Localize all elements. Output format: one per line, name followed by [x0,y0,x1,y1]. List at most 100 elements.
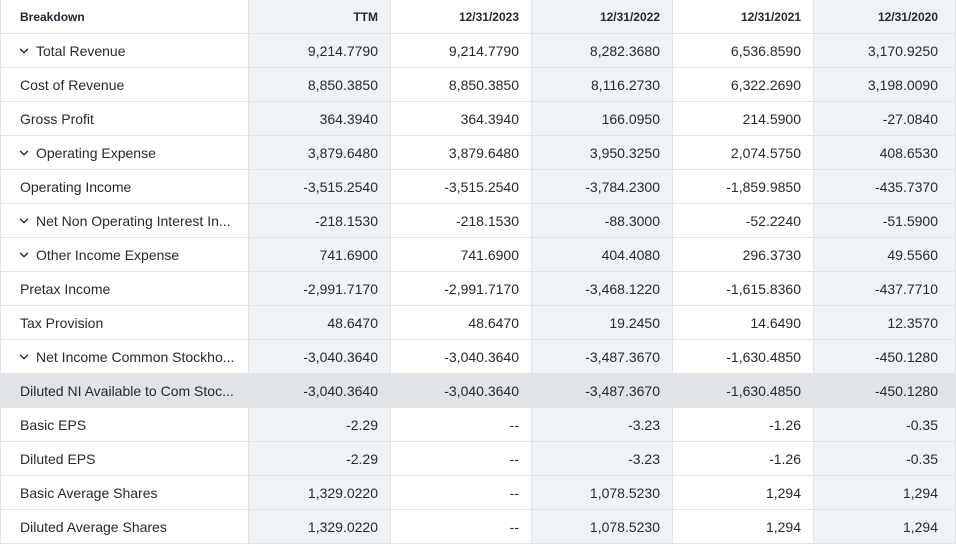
chevron-down-icon[interactable] [18,148,30,158]
row-label: Basic EPS [0,408,249,441]
value-cell-2021: -1.26 [673,442,814,475]
column-header-ttm: TTM [249,0,391,33]
value-cell-2022: -3,784.2300 [532,170,673,203]
value-cell-2020: 408.6530 [814,136,956,169]
row-label: Pretax Income [0,272,249,305]
value-cell-2023: -- [391,476,532,509]
value-cell-2022: 1,078.5230 [532,476,673,509]
column-header-2023: 12/31/2023 [391,0,532,33]
value-cell-2023: -3,040.3640 [391,374,532,407]
row-label[interactable]: Net Non Operating Interest In... [0,204,249,237]
value-cell-2020: 3,198.0090 [814,68,956,101]
table-body: Total Revenue 9,214.7790 9,214.7790 8,282.3… [0,34,956,544]
row-label-text: Other Income Expense [36,246,180,263]
value-cell-ttm: -2,991.7170 [249,272,391,305]
breakdown-header: Breakdown [0,0,249,33]
value-cell-2023: 364.3940 [391,102,532,135]
row-label-text: Operating Income [20,178,132,195]
row-label-text: Diluted NI Available to Com Stoc... [20,382,234,399]
row-label[interactable]: Net Income Common Stockho... [0,340,249,373]
row-label-text: Net Income Common Stockho... [36,348,235,365]
value-cell-2021: 14.6490 [673,306,814,339]
row-label: Basic Average Shares [0,476,249,509]
row-label-text: Basic Average Shares [20,484,158,501]
value-cell-2020: -51.5900 [814,204,956,237]
value-cell-2021: -1,630.4850 [673,340,814,373]
value-cell-2020: -450.1280 [814,340,956,373]
row-label: Cost of Revenue [0,68,249,101]
table-row: Basic EPS -2.29 -- -3.23 -1.26 -0.35 [0,408,956,442]
value-cell-2020: 3,170.9250 [814,34,956,67]
value-cell-2021: 2,074.5750 [673,136,814,169]
value-cell-2021: 296.3730 [673,238,814,271]
table-row: Basic Average Shares 1,329.0220 -- 1,078.52… [0,476,956,510]
value-cell-2021: 214.5900 [673,102,814,135]
table-row: Net Non Operating Interest In... -218.153… [0,204,956,238]
value-cell-ttm: 48.6470 [249,306,391,339]
value-cell-2023: -- [391,442,532,475]
value-cell-2020: 1,294 [814,476,956,509]
row-label-text: Tax Provision [20,314,104,331]
value-cell-2021: -1,615.8360 [673,272,814,305]
value-cell-ttm: -2.29 [249,442,391,475]
chevron-down-icon[interactable] [18,250,30,260]
value-cell-ttm: 3,879.6480 [249,136,391,169]
value-cell-2021: -1,630.4850 [673,374,814,407]
row-label: Operating Income [0,170,249,203]
row-label: Gross Profit [0,102,249,135]
value-cell-2021: -1.26 [673,408,814,441]
chevron-down-icon[interactable] [18,216,30,226]
value-cell-2020: -450.1280 [814,374,956,407]
financials-table: Breakdown TTM 12/31/2023 12/31/2022 12/3… [0,0,956,544]
column-header-2020: 12/31/2020 [814,0,956,33]
value-cell-2023: 8,850.3850 [391,68,532,101]
value-cell-2022: 1,078.5230 [532,510,673,543]
table-row: Net Income Common Stockho... -3,040.3640-… [0,340,956,374]
value-cell-2022: 8,282.3680 [532,34,673,67]
value-cell-2021: 1,294 [673,476,814,509]
value-cell-2023: -- [391,408,532,441]
row-label-text: Diluted Average Shares [20,518,167,535]
value-cell-2020: 1,294 [814,510,956,543]
row-label: Diluted NI Available to Com Stoc... [0,374,249,407]
table-row: Diluted EPS -2.29 -- -3.23 -1.26 -0.35 [0,442,956,476]
value-cell-2022: 3,950.3250 [532,136,673,169]
value-cell-ttm: -3,515.2540 [249,170,391,203]
row-label-text: Diluted EPS [20,450,96,467]
row-label-text: Net Non Operating Interest In... [36,212,231,229]
row-label[interactable]: Total Revenue [0,34,249,67]
value-cell-2023: 9,214.7790 [391,34,532,67]
value-cell-2022: -3.23 [532,408,673,441]
value-cell-ttm: -2.29 [249,408,391,441]
row-label[interactable]: Operating Expense [0,136,249,169]
value-cell-2020: -437.7710 [814,272,956,305]
row-label-text: Operating Expense [36,144,156,161]
row-label-text: Basic EPS [20,416,87,433]
row-label[interactable]: Other Income Expense [0,238,249,271]
table-row: Other Income Expense 741.6900 741.6900 404.… [0,238,956,272]
column-header-2021: 12/31/2021 [673,0,814,33]
chevron-down-icon[interactable] [18,352,30,362]
value-cell-2022: -3.23 [532,442,673,475]
value-cell-2020: -27.0840 [814,102,956,135]
value-cell-2022: -3,487.3670 [532,340,673,373]
value-cell-2021: 6,536.8590 [673,34,814,67]
value-cell-2023: 48.6470 [391,306,532,339]
chevron-down-icon[interactable] [18,46,30,56]
value-cell-ttm: -218.1530 [249,204,391,237]
table-row: Total Revenue 9,214.7790 9,214.7790 8,282.3… [0,34,956,68]
value-cell-2022: 19.2450 [532,306,673,339]
value-cell-2023: -- [391,510,532,543]
row-label: Diluted Average Shares [0,510,249,543]
value-cell-2023: -218.1530 [391,204,532,237]
value-cell-2021: 6,322.2690 [673,68,814,101]
value-cell-2022: -88.3000 [532,204,673,237]
row-label-text: Gross Profit [20,110,94,127]
value-cell-ttm: 8,850.3850 [249,68,391,101]
value-cell-2021: -1,859.9850 [673,170,814,203]
value-cell-2020: 49.5560 [814,238,956,271]
value-cell-2021: -52.2240 [673,204,814,237]
value-cell-2020: -0.35 [814,442,956,475]
value-cell-ttm: 741.6900 [249,238,391,271]
table-row: Operating Expense 3,879.6480 3,879.6480 3,9… [0,136,956,170]
